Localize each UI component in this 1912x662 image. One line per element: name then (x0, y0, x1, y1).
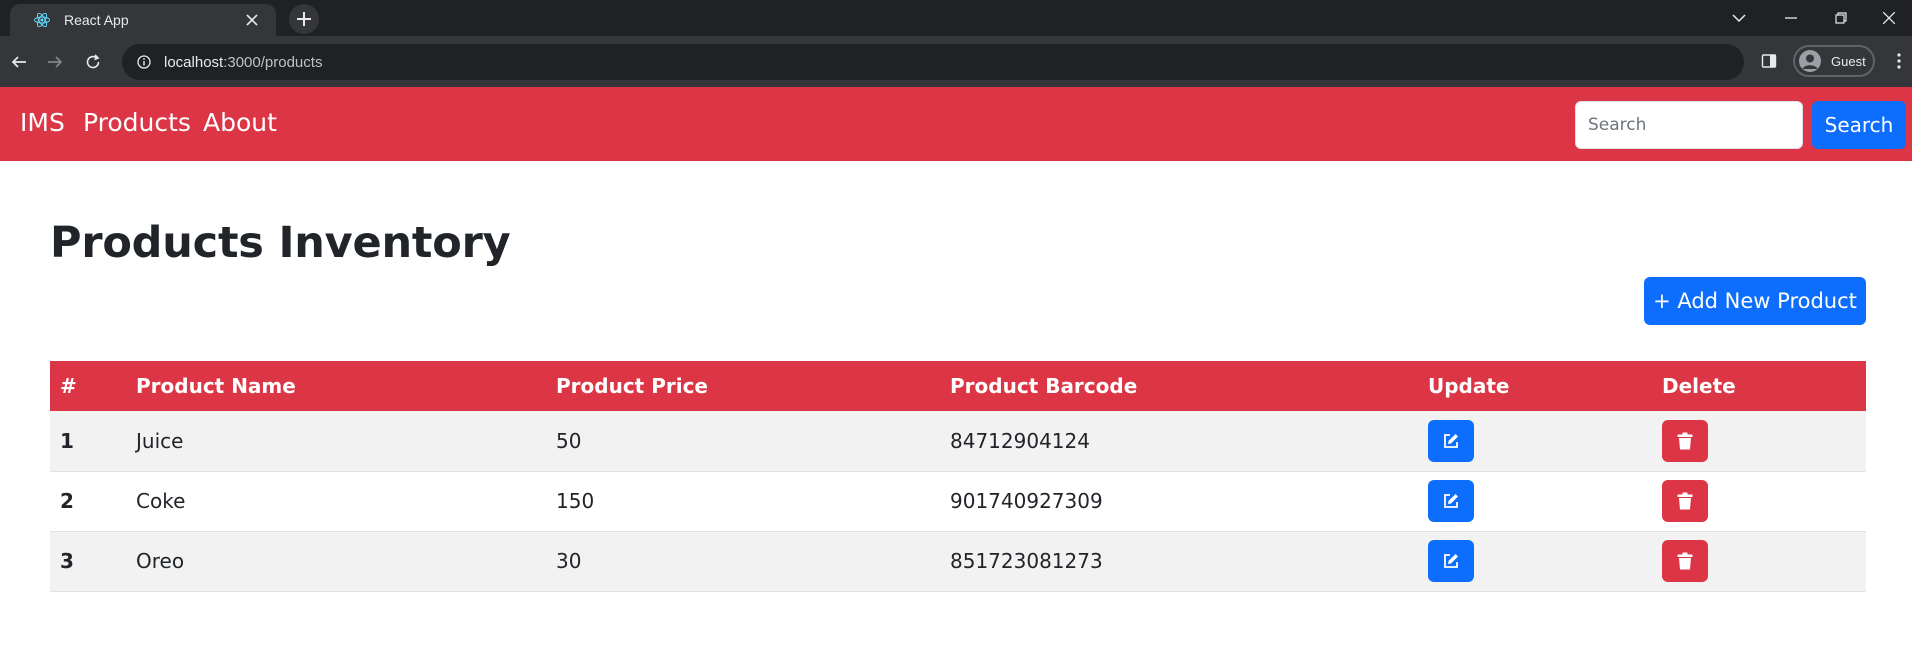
update-button[interactable] (1428, 419, 1474, 462)
url-text: localhost:3000/products (164, 54, 322, 71)
row-update-cell (1418, 531, 1652, 592)
row-update-cell (1418, 411, 1652, 472)
chevron-down-icon (1732, 14, 1746, 23)
tab-search-button[interactable] (1716, 0, 1762, 36)
browser-tab-title: React App (64, 12, 129, 28)
app-navbar: IMS Products About Search (0, 87, 1912, 161)
row-product-price: 50 (546, 411, 940, 472)
edit-icon (1444, 554, 1458, 568)
header-index: # (50, 361, 126, 411)
delete-button[interactable] (1662, 480, 1708, 522)
browser-tab[interactable]: React App (10, 4, 276, 36)
row-index: 3 (50, 531, 126, 592)
profile-label: Guest (1831, 53, 1866, 69)
row-update-cell (1418, 471, 1652, 532)
row-product-name: Juice (126, 411, 546, 472)
new-tab-button[interactable] (289, 4, 319, 34)
row-delete-cell (1652, 531, 1866, 592)
update-button[interactable] (1428, 540, 1474, 582)
plus-icon (297, 12, 311, 26)
delete-button[interactable] (1662, 540, 1708, 582)
minimize-button[interactable] (1768, 0, 1814, 36)
profile-button[interactable]: Guest (1793, 45, 1875, 77)
add-new-product-button[interactable]: + Add New Product (1644, 277, 1866, 325)
nav-link-products[interactable]: Products (83, 108, 191, 137)
reload-button[interactable] (80, 49, 106, 75)
row-product-price: 150 (546, 471, 940, 532)
header-update: Update (1418, 361, 1652, 411)
row-product-barcode: 901740927309 (940, 471, 1418, 532)
header-delete: Delete (1652, 361, 1866, 411)
restore-icon (1835, 12, 1847, 24)
url-path: :3000/products (223, 53, 323, 71)
products-table: # Product Name Product Price Product Bar… (50, 361, 1866, 592)
close-tab-icon[interactable] (242, 10, 262, 30)
search-input[interactable] (1575, 101, 1803, 149)
header-product-price: Product Price (546, 361, 940, 411)
table-row: 3 Oreo 30 851723081273 (50, 531, 1866, 592)
browser-tab-strip: React App (0, 0, 1912, 36)
side-panel-icon (1761, 54, 1777, 68)
url-host: localhost (164, 53, 224, 71)
back-button[interactable] (6, 49, 32, 75)
row-index: 1 (50, 411, 126, 472)
minimize-icon (1785, 17, 1797, 19)
update-button[interactable] (1428, 480, 1474, 522)
arrow-left-icon (11, 56, 26, 68)
table-row: 1 Juice 50 84712904124 (50, 411, 1866, 472)
table-header-row: # Product Name Product Price Product Bar… (50, 361, 1866, 411)
browser-toolbar: localhost:3000/products Guest (0, 36, 1912, 87)
trash-icon (1677, 492, 1693, 510)
row-product-price: 30 (546, 531, 940, 592)
header-product-name: Product Name (126, 361, 546, 411)
trash-icon (1677, 432, 1693, 450)
avatar-icon (1799, 50, 1821, 72)
header-product-barcode: Product Barcode (940, 361, 1418, 411)
row-product-name: Coke (126, 471, 546, 532)
nav-link-about[interactable]: About (203, 108, 277, 137)
address-bar[interactable]: localhost:3000/products (122, 44, 1744, 80)
arrow-right-icon (48, 56, 63, 68)
brand-link[interactable]: IMS (20, 108, 65, 137)
page-title: Products Inventory (50, 218, 511, 268)
close-window-button[interactable] (1866, 0, 1912, 36)
row-index: 2 (50, 471, 126, 532)
reload-icon (86, 54, 100, 69)
edit-icon (1444, 494, 1458, 508)
search-button[interactable]: Search (1812, 101, 1906, 149)
row-product-barcode: 851723081273 (940, 531, 1418, 592)
edit-icon (1444, 433, 1458, 448)
row-delete-cell (1652, 471, 1866, 532)
table-row: 2 Coke 150 901740927309 (50, 471, 1866, 532)
row-product-barcode: 84712904124 (940, 411, 1418, 472)
react-logo-icon (32, 10, 52, 30)
browser-menu-button[interactable] (1890, 50, 1908, 72)
row-delete-cell (1652, 411, 1866, 472)
trash-icon (1677, 552, 1693, 570)
info-icon[interactable] (136, 54, 152, 70)
forward-button[interactable] (42, 49, 68, 75)
restore-button[interactable] (1818, 0, 1864, 36)
more-vertical-icon (1897, 53, 1901, 69)
delete-button[interactable] (1662, 419, 1708, 462)
close-icon (1883, 12, 1895, 24)
row-product-name: Oreo (126, 531, 546, 592)
side-panel-button[interactable] (1758, 50, 1780, 72)
